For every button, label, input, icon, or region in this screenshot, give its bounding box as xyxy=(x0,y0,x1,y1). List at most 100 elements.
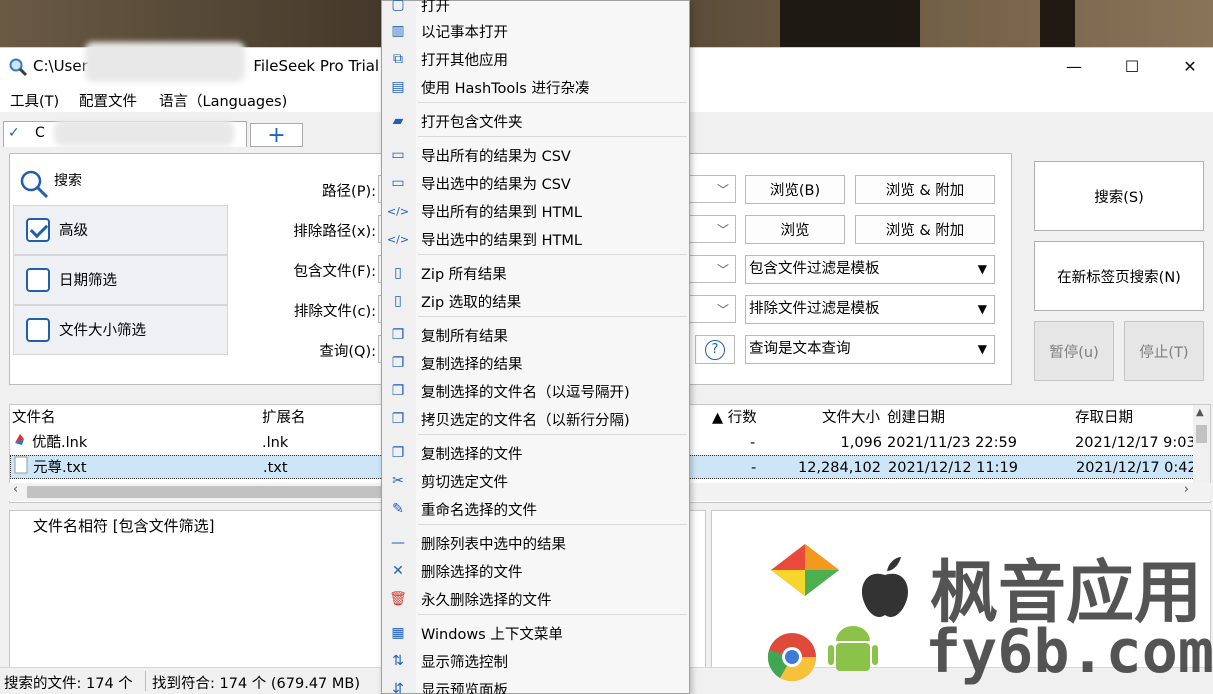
context-menu-label: 复制选择的结果 xyxy=(421,357,523,373)
context-menu-item[interactable]: ❐ 复制选择的结果 xyxy=(382,349,689,377)
vertical-scrollbar[interactable]: ▲ xyxy=(1193,405,1210,483)
size-filter-option[interactable]: 文件大小筛选 xyxy=(13,305,228,355)
context-menu-label: 复制选择的文件 xyxy=(421,447,523,463)
menu-tools[interactable]: 工具(T) xyxy=(10,90,59,111)
context-menu-separator xyxy=(418,316,687,317)
include-mode-select[interactable]: 包含文件过滤是模板 ▼ xyxy=(745,255,995,284)
context-menu-item[interactable]: ▥ 以记事本打开 xyxy=(382,17,689,45)
context-menu-item[interactable]: ✂ 剪切选定文件 xyxy=(382,467,689,495)
chevron-down-icon[interactable]: ﹀ xyxy=(717,181,729,198)
context-menu-item[interactable]: ▤ 使用 HashTools 进行杂凑 xyxy=(382,73,689,101)
context-menu-item[interactable]: ⇅ 显示筛选控制 xyxy=(382,647,689,675)
context-menu-item[interactable]: ❐ 复制选择的文件 xyxy=(382,439,689,467)
context-menu-item[interactable]: ❐ 拷贝选定的文件名（以新行分隔) xyxy=(382,405,689,433)
cell-size: 12,284,102 xyxy=(797,460,881,476)
exclude-mode-select[interactable]: 排除文件过滤是模板 ▼ xyxy=(745,295,995,324)
magnifier-app-icon xyxy=(9,58,28,77)
cell-lines: - xyxy=(750,435,756,451)
context-menu-item[interactable]: ▯ Zip 所有结果 xyxy=(382,259,689,287)
cell-created: 2021/12/12 11:19 xyxy=(888,460,1018,476)
cell-size: 1,096 xyxy=(840,435,882,451)
zip-icon: ▯ xyxy=(394,293,402,309)
chevron-down-icon[interactable]: ﹀ xyxy=(717,221,729,238)
scroll-thumb[interactable] xyxy=(27,486,387,498)
context-menu-label: 删除选择的文件 xyxy=(421,565,523,581)
windows-icon: ▦ xyxy=(391,625,405,641)
help-button[interactable]: ? xyxy=(695,335,735,364)
menu-languages[interactable]: 语言（Languages) xyxy=(159,90,287,111)
context-menu-item[interactable]: </> 导出选中的结果到 HTML xyxy=(382,225,689,253)
csv-icon: ▭ xyxy=(391,147,405,163)
maximize-button[interactable]: ☐ xyxy=(1103,48,1161,84)
context-menu-item[interactable]: ✎ 重命名选择的文件 xyxy=(382,495,689,523)
scroll-left-icon[interactable]: ‹ xyxy=(13,482,18,497)
context-menu-item[interactable]: ▰ 打开包含文件夹 xyxy=(382,107,689,135)
advanced-checkbox[interactable] xyxy=(26,218,50,242)
context-menu-item[interactable]: ▦ Windows 上下文菜单 xyxy=(382,619,689,647)
context-menu-item[interactable]: ⇵ 显示预览面板 xyxy=(382,675,689,694)
context-menu-label: 使用 HashTools 进行杂凑 xyxy=(421,81,590,97)
close-button[interactable]: ✕ xyxy=(1161,48,1213,84)
context-menu-separator xyxy=(418,614,687,615)
browse-exclude-button[interactable]: 浏览 xyxy=(745,215,845,244)
column-size[interactable]: 文件大小 xyxy=(822,406,880,430)
folder-icon: ▰ xyxy=(392,113,404,129)
status-divider xyxy=(145,671,146,691)
context-menu-item[interactable]: ❐ 复制所有结果 xyxy=(382,321,689,349)
pause-button[interactable]: 暂停(u) xyxy=(1034,321,1114,381)
context-menu-item[interactable]: 🗑 永久删除选择的文件 xyxy=(382,585,689,613)
query-mode-select[interactable]: 查询是文本查询 ▼ xyxy=(745,335,995,364)
column-lines[interactable]: ▲ 行数 xyxy=(712,406,757,430)
search-icon xyxy=(20,170,49,199)
menu-profiles[interactable]: 配置文件 xyxy=(79,90,137,111)
stop-button[interactable]: 停止(T) xyxy=(1124,321,1204,381)
date-filter-option[interactable]: 日期筛选 xyxy=(13,255,228,305)
date-filter-checkbox[interactable] xyxy=(26,268,50,292)
search-new-tab-button[interactable]: 在新标签页搜索(N) xyxy=(1034,241,1204,311)
context-menu-item[interactable]: ✕ 删除选择的文件 xyxy=(382,557,689,585)
search-tab[interactable]: ✓ C xyxy=(3,120,247,147)
column-extension[interactable]: 扩展名 xyxy=(262,406,306,430)
scroll-right-icon[interactable]: › xyxy=(1184,482,1189,497)
cell-accessed: 2021/12/17 0:42 xyxy=(1076,460,1197,476)
cell-ext: .txt xyxy=(263,460,288,476)
column-created[interactable]: 创建日期 xyxy=(887,406,945,430)
copy-icon: ❐ xyxy=(391,327,405,343)
cell-name: 元尊.txt xyxy=(33,460,87,476)
chevron-down-icon[interactable]: ﹀ xyxy=(717,301,729,318)
context-menu-item[interactable]: ❐ 复制选择的文件名（以逗号隔开) xyxy=(382,377,689,405)
cell-lines: - xyxy=(751,460,757,476)
column-name[interactable]: 文件名 xyxy=(12,406,56,430)
advanced-label: 高级 xyxy=(59,223,88,239)
sidebar-search[interactable]: 搜索 xyxy=(13,163,228,205)
title-app-name: FileSeek Pro Trial 6. xyxy=(253,57,399,75)
redacted-area xyxy=(54,120,234,146)
dropdown-arrow-icon: ▼ xyxy=(977,262,987,276)
column-accessed[interactable]: 存取日期 xyxy=(1075,406,1133,430)
context-menu-item[interactable]: ▭ 导出选中的结果为 CSV xyxy=(382,169,689,197)
browse-append-path-button[interactable]: 浏览 & 附加 xyxy=(855,175,995,204)
context-menu-separator xyxy=(418,102,687,103)
context-menu-item[interactable]: </> 导出所有的结果到 HTML xyxy=(382,197,689,225)
advanced-option[interactable]: 高级 xyxy=(13,205,228,255)
context-menu-item[interactable]: ⧉ 打开其他应用 xyxy=(382,45,689,73)
text-file-icon xyxy=(13,456,29,482)
add-tab-button[interactable]: + xyxy=(250,123,303,148)
scroll-thumb[interactable] xyxy=(1196,425,1207,443)
query-label: 查询(Q): xyxy=(319,344,376,360)
rename-icon: ✎ xyxy=(392,501,404,517)
size-filter-checkbox[interactable] xyxy=(26,318,50,342)
context-menu-label: Windows 上下文菜单 xyxy=(421,627,563,643)
context-menu-item[interactable]: ▭ 导出所有的结果为 CSV xyxy=(382,141,689,169)
minimize-button[interactable]: — xyxy=(1045,48,1103,84)
scroll-up-icon[interactable]: ▲ xyxy=(1196,407,1204,418)
context-menu: ▢ 打开 ▥ 以记事本打开 ⧉ 打开其他应用 ▤ 使用 HashTools 进行杂凑 ▰ 打开包含… xyxy=(381,0,690,694)
search-button[interactable]: 搜索(S) xyxy=(1034,161,1204,231)
context-menu-label: 显示筛选控制 xyxy=(421,655,508,671)
chevron-down-icon[interactable]: ﹀ xyxy=(717,261,729,278)
browse-append-exclude-button[interactable]: 浏览 & 附加 xyxy=(855,215,995,244)
context-menu-item[interactable]: — 删除列表中选中的结果 xyxy=(382,529,689,557)
context-menu-item[interactable]: ▯ Zip 选取的结果 xyxy=(382,287,689,315)
browse-path-button[interactable]: 浏览(B) xyxy=(745,175,845,204)
context-menu-label: 删除列表中选中的结果 xyxy=(421,537,566,553)
